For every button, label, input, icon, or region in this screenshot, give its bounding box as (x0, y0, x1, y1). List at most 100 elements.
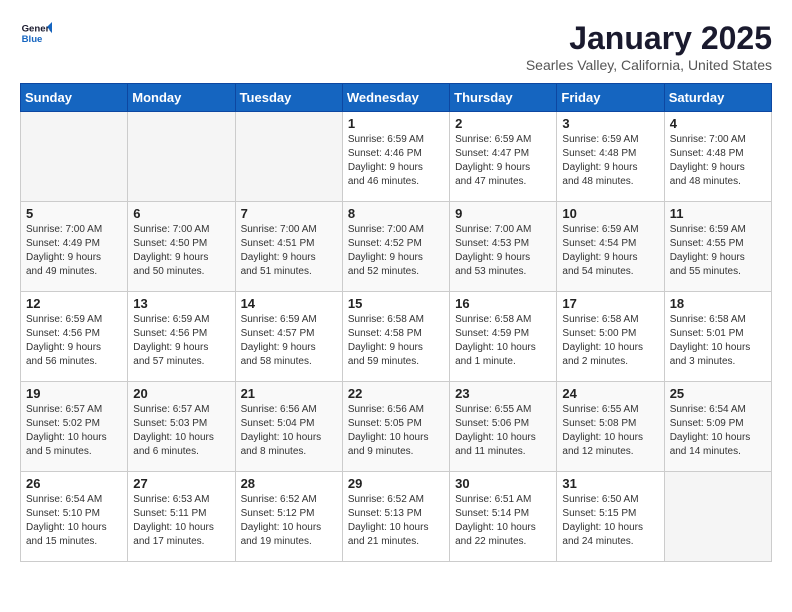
day-info: Sunrise: 6:54 AM Sunset: 5:10 PM Dayligh… (26, 493, 122, 549)
calendar-cell: 30 Sunrise: 6:51 AM Sunset: 5:14 PM Dayli… (450, 472, 557, 562)
calendar-week-row: 5Sunrise: 7:00 AM Sunset: 4:49 PM Daylig… (21, 202, 772, 292)
day-number: 3 (562, 116, 658, 131)
day-info: Sunrise: 6:59 AM Sunset: 4:55 PM Dayligh… (670, 223, 766, 279)
day-info: Sunrise: 6:59 AM Sunset: 4:56 PM Dayligh… (26, 313, 122, 369)
calendar-cell: 22Sunrise: 6:56 AM Sunset: 5:05 PM Dayli… (342, 382, 449, 472)
day-number: 27 (133, 476, 229, 491)
day-number: 30 (455, 476, 551, 491)
svg-text:General: General (22, 24, 52, 35)
day-info: Sunrise: 7:00 AM Sunset: 4:53 PM Dayligh… (455, 223, 551, 279)
calendar-cell: 17Sunrise: 6:58 AM Sunset: 5:00 PM Dayli… (557, 292, 664, 382)
logo-icon: General Blue (20, 20, 52, 48)
calendar-week-row: 19 Sunrise: 6:57 AM Sunset: 5:02 PM Dayli… (21, 382, 772, 472)
calendar-cell: 18 Sunrise: 6:58 AM Sunset: 5:01 PM Dayli… (664, 292, 771, 382)
day-number: 1 (348, 116, 444, 131)
calendar-cell (664, 472, 771, 562)
day-number: 31 (562, 476, 658, 491)
calendar-cell: 6 Sunrise: 7:00 AM Sunset: 4:50 PM Daylig… (128, 202, 235, 292)
day-number: 28 (241, 476, 337, 491)
day-number: 26 (26, 476, 122, 491)
day-info: Sunrise: 6:59 AM Sunset: 4:47 PM Dayligh… (455, 133, 551, 189)
calendar-cell: 21 Sunrise: 6:56 AM Sunset: 5:04 PM Dayli… (235, 382, 342, 472)
day-info: Sunrise: 6:58 AM Sunset: 5:01 PM Dayligh… (670, 313, 766, 369)
month-title: January 2025 (526, 20, 772, 57)
calendar-cell: 12 Sunrise: 6:59 AM Sunset: 4:56 PM Dayli… (21, 292, 128, 382)
calendar-cell: 1 Sunrise: 6:59 AM Sunset: 4:46 PM Daylig… (342, 112, 449, 202)
calendar-cell (128, 112, 235, 202)
day-info: Sunrise: 7:00 AM Sunset: 4:52 PM Dayligh… (348, 223, 444, 279)
calendar-cell: 19 Sunrise: 6:57 AM Sunset: 5:02 PM Dayli… (21, 382, 128, 472)
header-sunday: Sunday (21, 84, 128, 112)
day-number: 6 (133, 206, 229, 221)
calendar-cell: 5Sunrise: 7:00 AM Sunset: 4:49 PM Daylig… (21, 202, 128, 292)
day-info: Sunrise: 6:59 AM Sunset: 4:48 PM Dayligh… (562, 133, 658, 189)
day-info: Sunrise: 6:59 AM Sunset: 4:57 PM Dayligh… (241, 313, 337, 369)
day-number: 7 (241, 206, 337, 221)
calendar-table: SundayMondayTuesdayWednesdayThursdayFrid… (20, 83, 772, 562)
day-number: 21 (241, 386, 337, 401)
calendar-cell: 7 Sunrise: 7:00 AM Sunset: 4:51 PM Daylig… (235, 202, 342, 292)
day-info: Sunrise: 6:59 AM Sunset: 4:54 PM Dayligh… (562, 223, 658, 279)
day-number: 10 (562, 206, 658, 221)
header-tuesday: Tuesday (235, 84, 342, 112)
day-info: Sunrise: 6:58 AM Sunset: 5:00 PM Dayligh… (562, 313, 658, 369)
day-number: 19 (26, 386, 122, 401)
calendar-week-row: 26 Sunrise: 6:54 AM Sunset: 5:10 PM Dayli… (21, 472, 772, 562)
day-number: 23 (455, 386, 551, 401)
day-number: 8 (348, 206, 444, 221)
day-info: Sunrise: 6:51 AM Sunset: 5:14 PM Dayligh… (455, 493, 551, 549)
day-number: 29 (348, 476, 444, 491)
calendar-cell: 11 Sunrise: 6:59 AM Sunset: 4:55 PM Dayli… (664, 202, 771, 292)
day-info: Sunrise: 7:00 AM Sunset: 4:50 PM Dayligh… (133, 223, 229, 279)
day-info: Sunrise: 6:57 AM Sunset: 5:03 PM Dayligh… (133, 403, 229, 459)
day-number: 4 (670, 116, 766, 131)
calendar-cell: 28 Sunrise: 6:52 AM Sunset: 5:12 PM Dayli… (235, 472, 342, 562)
day-number: 5 (26, 206, 122, 221)
calendar-cell (21, 112, 128, 202)
day-number: 15 (348, 296, 444, 311)
day-info: Sunrise: 6:50 AM Sunset: 5:15 PM Dayligh… (562, 493, 658, 549)
calendar-cell: 14 Sunrise: 6:59 AM Sunset: 4:57 PM Dayli… (235, 292, 342, 382)
calendar-cell: 29Sunrise: 6:52 AM Sunset: 5:13 PM Dayli… (342, 472, 449, 562)
calendar-cell (235, 112, 342, 202)
day-number: 16 (455, 296, 551, 311)
calendar-cell: 15Sunrise: 6:58 AM Sunset: 4:58 PM Dayli… (342, 292, 449, 382)
day-info: Sunrise: 6:59 AM Sunset: 4:46 PM Dayligh… (348, 133, 444, 189)
logo: General Blue (20, 20, 52, 48)
page-header: General Blue January 2025 Searles Valley… (20, 20, 772, 73)
day-info: Sunrise: 7:00 AM Sunset: 4:51 PM Dayligh… (241, 223, 337, 279)
calendar-cell: 9Sunrise: 7:00 AM Sunset: 4:53 PM Daylig… (450, 202, 557, 292)
calendar-cell: 13Sunrise: 6:59 AM Sunset: 4:56 PM Dayli… (128, 292, 235, 382)
day-number: 22 (348, 386, 444, 401)
day-number: 24 (562, 386, 658, 401)
header-friday: Friday (557, 84, 664, 112)
day-number: 18 (670, 296, 766, 311)
calendar-cell: 26 Sunrise: 6:54 AM Sunset: 5:10 PM Dayli… (21, 472, 128, 562)
title-block: January 2025 Searles Valley, California,… (526, 20, 772, 73)
calendar-cell: 10 Sunrise: 6:59 AM Sunset: 4:54 PM Dayli… (557, 202, 664, 292)
calendar-cell: 16Sunrise: 6:58 AM Sunset: 4:59 PM Dayli… (450, 292, 557, 382)
day-number: 11 (670, 206, 766, 221)
calendar-week-row: 1 Sunrise: 6:59 AM Sunset: 4:46 PM Daylig… (21, 112, 772, 202)
day-info: Sunrise: 6:56 AM Sunset: 5:04 PM Dayligh… (241, 403, 337, 459)
day-number: 2 (455, 116, 551, 131)
day-number: 14 (241, 296, 337, 311)
day-info: Sunrise: 6:54 AM Sunset: 5:09 PM Dayligh… (670, 403, 766, 459)
day-number: 25 (670, 386, 766, 401)
location: Searles Valley, California, United State… (526, 57, 772, 73)
calendar-cell: 4Sunrise: 7:00 AM Sunset: 4:48 PM Daylig… (664, 112, 771, 202)
calendar-cell: 3 Sunrise: 6:59 AM Sunset: 4:48 PM Daylig… (557, 112, 664, 202)
day-info: Sunrise: 6:57 AM Sunset: 5:02 PM Dayligh… (26, 403, 122, 459)
day-number: 13 (133, 296, 229, 311)
svg-text:Blue: Blue (22, 34, 43, 45)
calendar-cell: 25 Sunrise: 6:54 AM Sunset: 5:09 PM Dayli… (664, 382, 771, 472)
day-number: 20 (133, 386, 229, 401)
header-monday: Monday (128, 84, 235, 112)
calendar-week-row: 12 Sunrise: 6:59 AM Sunset: 4:56 PM Dayli… (21, 292, 772, 382)
day-info: Sunrise: 6:55 AM Sunset: 5:08 PM Dayligh… (562, 403, 658, 459)
header-saturday: Saturday (664, 84, 771, 112)
day-info: Sunrise: 6:52 AM Sunset: 5:12 PM Dayligh… (241, 493, 337, 549)
day-number: 12 (26, 296, 122, 311)
header-thursday: Thursday (450, 84, 557, 112)
day-info: Sunrise: 6:55 AM Sunset: 5:06 PM Dayligh… (455, 403, 551, 459)
